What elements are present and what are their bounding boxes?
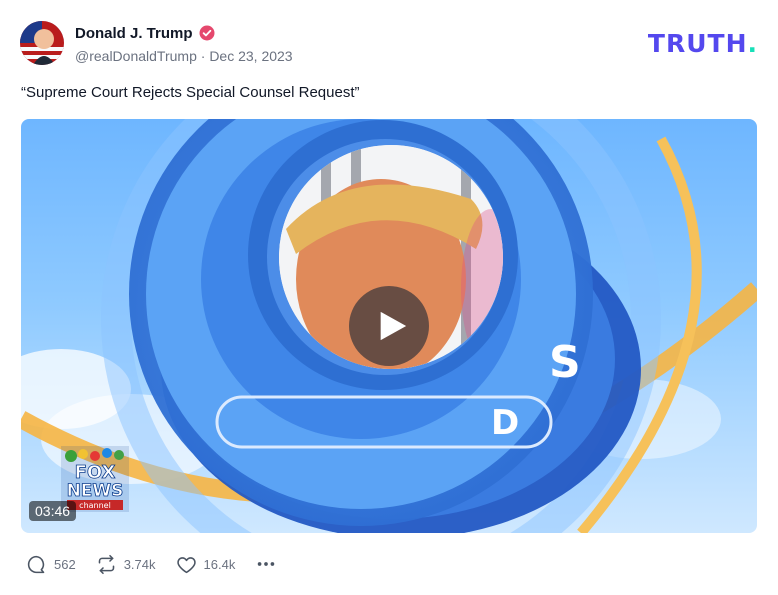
play-button[interactable] — [349, 286, 429, 366]
retruth-count: 3.74k — [123, 556, 156, 572]
logo-text: TRUTH — [647, 29, 748, 58]
svg-text:D: D — [491, 403, 519, 443]
logo-dot: . — [747, 29, 758, 58]
reply-count: 562 — [54, 556, 76, 572]
avatar[interactable] — [20, 21, 64, 65]
post-date[interactable]: Dec 23, 2023 — [209, 48, 292, 64]
reply-icon — [27, 555, 45, 573]
post-meta: @realDonaldTrump · Dec 23, 2023 — [75, 48, 293, 64]
post-header: Donald J. Trump @realDonaldTrump · Dec 2… — [20, 21, 758, 65]
video-duration: 03:46 — [29, 501, 77, 521]
like-count: 16.4k — [203, 556, 236, 572]
reply-button[interactable]: 562 — [26, 554, 76, 575]
truth-logo[interactable]: TRUTH. — [648, 29, 758, 58]
post-text: “Supreme Court Rejects Special Counsel R… — [21, 84, 360, 101]
like-button[interactable]: 16.4k — [176, 554, 236, 575]
more-options-button[interactable] — [255, 553, 277, 575]
watermark-line-2: NEWS — [67, 481, 124, 501]
svg-text:S: S — [549, 337, 581, 388]
post-actions: 562 3.74k 16.4k — [26, 553, 277, 575]
retruth-icon — [98, 554, 114, 574]
video-player[interactable]: D S FOX NEWS channel 03:46 — [21, 119, 757, 533]
more-icon — [258, 562, 275, 566]
watermark-line-3: channel — [79, 501, 111, 510]
author-handle[interactable]: @realDonaldTrump — [75, 48, 197, 64]
retruth-button[interactable]: 3.74k — [96, 554, 156, 575]
author-name[interactable]: Donald J. Trump — [75, 25, 193, 42]
meta-separator: · — [200, 48, 206, 64]
verified-badge-icon — [199, 25, 215, 41]
watermark-line-1: FOX — [75, 462, 116, 483]
author-block: Donald J. Trump @realDonaldTrump · Dec 2… — [75, 23, 293, 65]
play-icon — [380, 311, 407, 341]
like-icon — [176, 556, 196, 573]
